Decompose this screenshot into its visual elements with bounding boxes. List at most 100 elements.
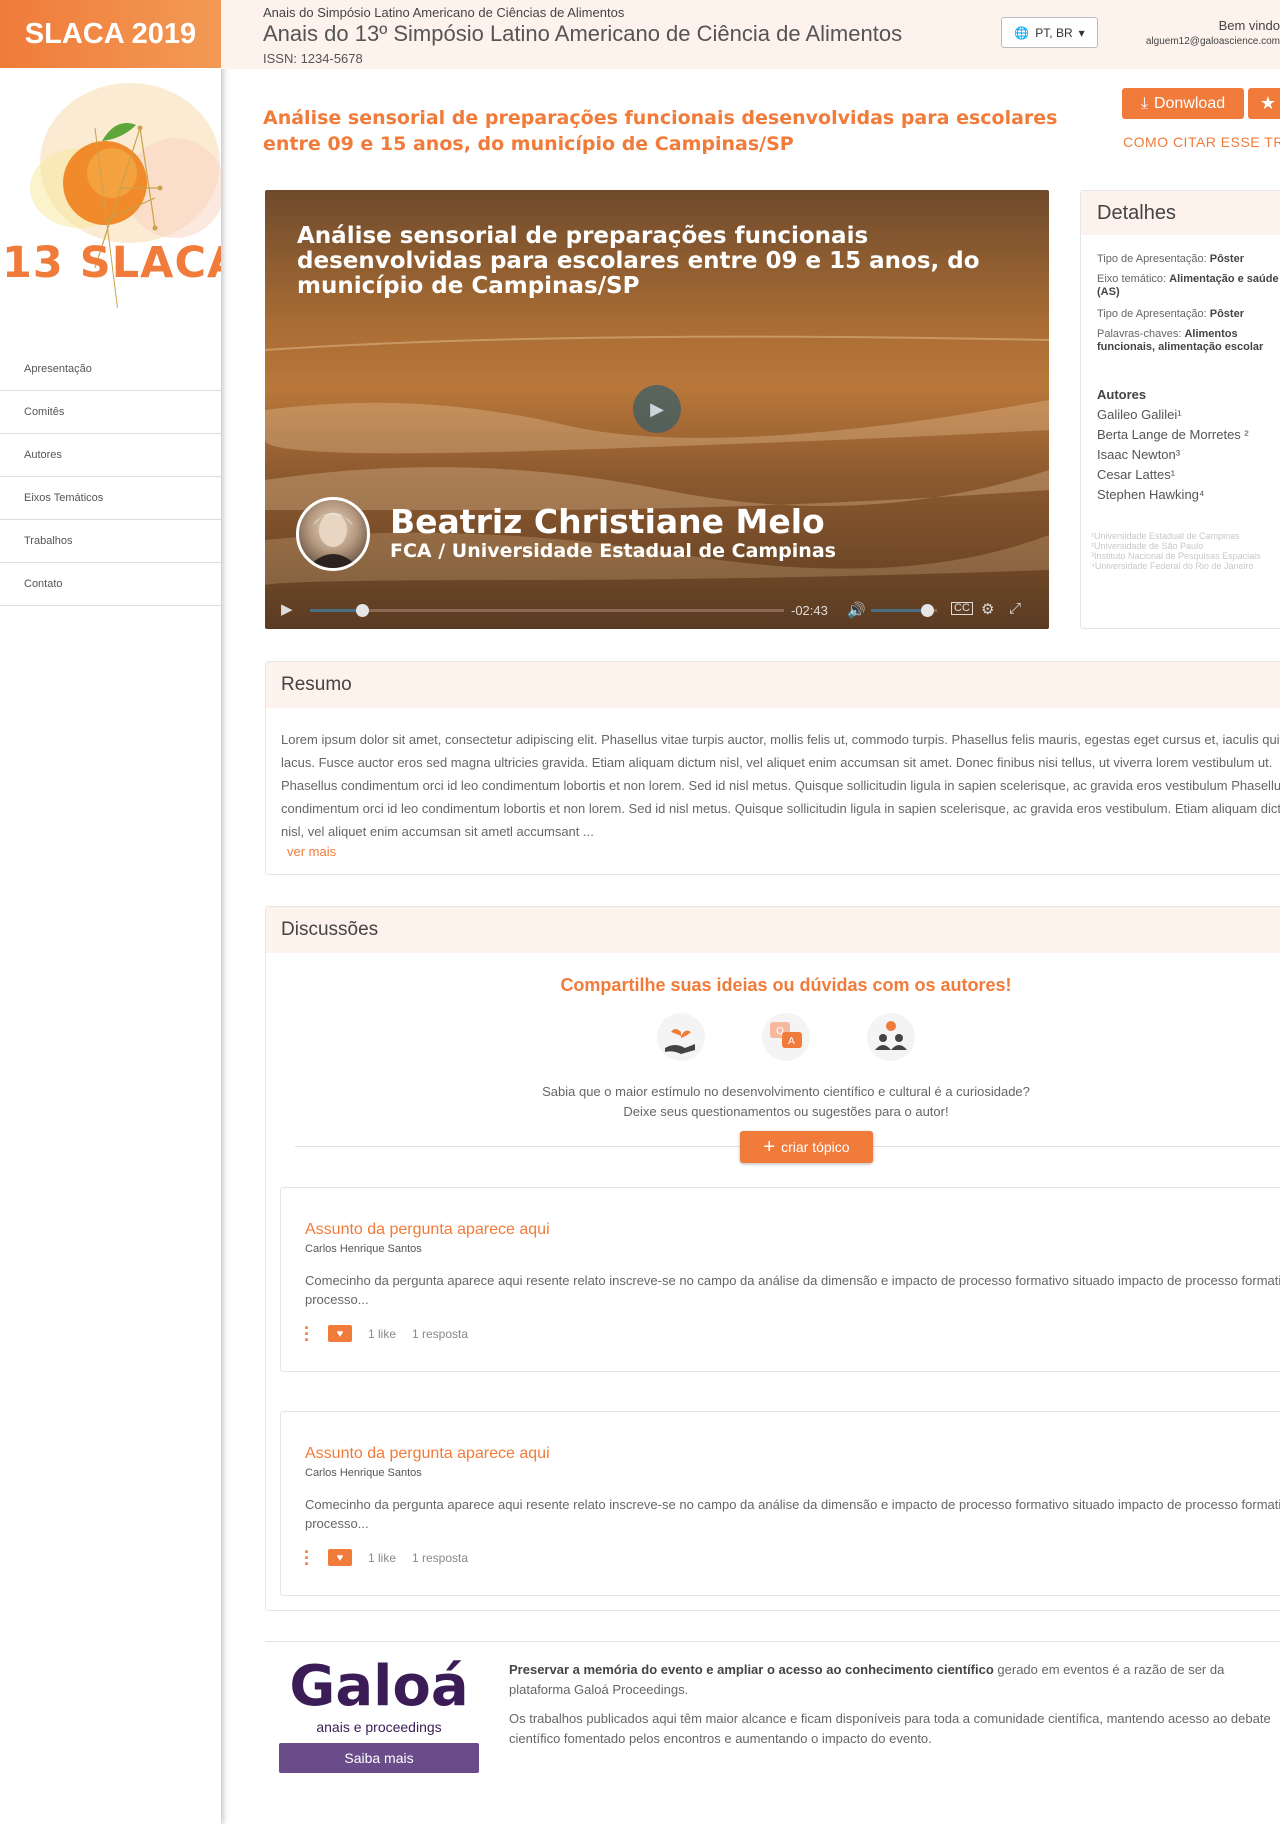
nav-item-trabalhos[interactable]: Trabalhos xyxy=(0,520,221,563)
topic-title[interactable]: Assunto da pergunta aparece aqui xyxy=(305,1221,550,1239)
topic-card[interactable]: Assunto da pergunta aparece aqui Carlos … xyxy=(280,1411,1280,1596)
svg-text:Q: Q xyxy=(776,1026,784,1037)
language-selector[interactable]: 🌐 PT, BR ▾ xyxy=(1001,17,1098,48)
captions-icon[interactable]: CC xyxy=(951,602,973,615)
play-overlay-button[interactable]: ▶ xyxy=(633,385,681,433)
presenter-portrait-icon xyxy=(307,513,359,568)
video-title: Análise sensorial de preparações funcion… xyxy=(297,223,980,299)
new-topic-button[interactable]: + criar tópico xyxy=(740,1131,873,1163)
detail-value: Pôster xyxy=(1209,308,1244,320)
details-panel: Detalhes Tipo de Apresentação: Pôster Ei… xyxy=(1080,190,1280,629)
authors-list: Autores Galileo Galilei¹ Berta Lange de … xyxy=(1097,385,1249,505)
star-icon: ★ xyxy=(1259,93,1277,113)
presenter-avatar xyxy=(296,497,370,571)
event-brand[interactable]: SLACA 2019 xyxy=(0,0,221,68)
seek-progress xyxy=(310,609,363,612)
volume-icon[interactable]: 🔊 xyxy=(847,601,866,619)
new-topic-label: criar tópico xyxy=(781,1139,850,1155)
detail-row: Tipo de Apresentação: Pôster xyxy=(1097,308,1280,321)
download-label: Donwload xyxy=(1153,94,1226,112)
more-options-icon[interactable]: · · · xyxy=(304,1543,310,1573)
galoa-wordmark: Galoá xyxy=(289,1654,469,1719)
plant-hand-icon xyxy=(657,1013,705,1061)
footer-text: Preservar a memória do evento e ampliar … xyxy=(509,1660,1280,1749)
fullscreen-icon[interactable]: ⤢ xyxy=(1009,600,1021,617)
footer-paragraph-1: Preservar a memória do evento e ampliar … xyxy=(509,1660,1280,1700)
topic-card[interactable]: Assunto da pergunta aparece aqui Carlos … xyxy=(280,1187,1280,1372)
affiliation-item: ²Universidade de São Paulo xyxy=(1091,541,1204,551)
author-item[interactable]: Isaac Newton³ xyxy=(1097,445,1249,465)
saiba-mais-button[interactable]: Saiba mais xyxy=(279,1743,479,1773)
like-heart-icon[interactable]: ♥ xyxy=(328,1549,352,1566)
galoa-logo: Galoá anais e proceedings Saiba mais xyxy=(279,1655,479,1775)
more-options-icon[interactable]: · · · xyxy=(304,1319,310,1349)
authors-heading: Autores xyxy=(1097,387,1147,402)
user-email[interactable]: alguem12@galoascience.com xyxy=(1121,36,1280,47)
discussions-heading: Discussões xyxy=(266,907,1280,953)
nav-item-contato[interactable]: Contato xyxy=(0,563,221,606)
logo-text: 13 SLACA xyxy=(2,238,221,288)
language-label: PT, BR xyxy=(1035,25,1073,40)
detail-label: Eixo temático: xyxy=(1097,273,1167,285)
discussions-card: Discussões Compartilhe suas ideias ou dú… xyxy=(265,906,1280,1611)
download-button[interactable]: ⤓ Donwload xyxy=(1122,88,1244,119)
resumo-text: Lorem ipsum dolor sit amet, consectetur … xyxy=(281,732,1280,839)
settings-gear-icon[interactable]: ⚙ xyxy=(981,600,994,618)
topic-excerpt: Comecinho da pergunta aparece aqui resen… xyxy=(305,1273,1280,1307)
presenter-name: Beatriz Christiane Melo xyxy=(390,502,825,541)
resumo-heading: Resumo xyxy=(266,662,1280,708)
detail-row: Palavras-chaves: Alimentos funcionais, a… xyxy=(1097,328,1280,354)
affiliation-item: ¹Universidade Estadual de Campinas xyxy=(1091,531,1240,541)
affiliation-item: ³Instituto Nacional de Pesquisas Espacia… xyxy=(1091,551,1261,561)
like-heart-icon[interactable]: ♥ xyxy=(328,1325,352,1342)
topic-author: Carlos Henrique Santos xyxy=(305,1243,422,1255)
presenter-institution: FCA / Universidade Estadual de Campinas xyxy=(390,540,836,562)
nav-item-comites[interactable]: Comitês xyxy=(0,391,221,434)
author-item[interactable]: Galileo Galilei¹ xyxy=(1097,405,1249,425)
detail-value: Pôster xyxy=(1209,253,1244,265)
chat-questions-icon: Q A xyxy=(762,1013,810,1061)
topic-excerpt: Comecinho da pergunta aparece aqui resen… xyxy=(305,1497,1280,1531)
globe-icon: 🌐 xyxy=(1014,25,1030,40)
nav-item-eixos-tematicos[interactable]: Eixos Temáticos xyxy=(0,477,221,520)
nav-item-apresentacao[interactable]: Apresentação xyxy=(0,348,221,391)
galoa-tagline: anais e proceedings xyxy=(316,1719,442,1735)
topic-replies[interactable]: 1 resposta xyxy=(412,1551,468,1565)
event-subtitle: Anais do Simpósio Latino Americano de Ci… xyxy=(263,5,625,20)
favorite-button[interactable]: ★ xyxy=(1248,88,1280,119)
people-icon xyxy=(867,1013,915,1061)
affiliation-item: ⁴Universidade Federal do Rio de Janeiro xyxy=(1091,561,1254,571)
plus-icon: + xyxy=(763,1136,776,1158)
volume-knob[interactable] xyxy=(921,604,935,617)
detail-row: Eixo temático: Alimentação e saúde (AS) xyxy=(1097,273,1280,299)
sidebar-nav: Apresentação Comitês Autores Eixos Temát… xyxy=(0,348,221,606)
volume-slider[interactable] xyxy=(871,604,937,617)
discussions-text: Sabia que o maior estímulo no desenvolvi… xyxy=(542,1084,1030,1119)
svg-text:A: A xyxy=(788,1036,795,1047)
play-icon[interactable]: ▶ xyxy=(281,600,293,618)
event-logo: 13 SLACA xyxy=(0,68,221,308)
caret-down-icon: ▾ xyxy=(1078,25,1085,40)
footer-emphasis: Preservar a memória do evento e ampliar … xyxy=(509,1662,994,1677)
author-item[interactable]: Cesar Lattes¹ xyxy=(1097,465,1249,485)
seek-bar[interactable] xyxy=(310,604,784,617)
volume-level xyxy=(871,609,928,612)
video-player[interactable]: Análise sensorial de preparações funcion… xyxy=(265,190,1049,629)
topic-title[interactable]: Assunto da pergunta aparece aqui xyxy=(305,1445,550,1463)
author-item[interactable]: Berta Lange de Morretes ² xyxy=(1097,425,1249,445)
nav-item-autores[interactable]: Autores xyxy=(0,434,221,477)
author-item[interactable]: Stephen Hawking⁴ xyxy=(1097,485,1249,505)
cite-link[interactable]: COMO CITAR ESSE TRABALHO xyxy=(1123,134,1280,150)
footer-divider xyxy=(265,1641,1280,1642)
welcome-text: Bem vindo xyxy=(1218,18,1280,33)
detail-row: Tipo de Apresentação: Pôster xyxy=(1097,253,1280,266)
detail-label: Tipo de Apresentação: xyxy=(1097,253,1207,265)
event-title: Anais do 13º Simpósio Latino Americano d… xyxy=(263,21,903,46)
top-header: Anais do Simpósio Latino Americano de Ci… xyxy=(221,0,1280,69)
ver-mais-link[interactable]: ver mais xyxy=(287,844,336,859)
detail-label: Tipo de Apresentação: xyxy=(1097,308,1207,320)
play-icon: ▶ xyxy=(650,398,664,419)
topic-replies[interactable]: 1 resposta xyxy=(412,1327,468,1341)
seek-knob[interactable] xyxy=(356,604,370,617)
affiliations: ¹Universidade Estadual de Campinas ²Univ… xyxy=(1091,531,1280,571)
